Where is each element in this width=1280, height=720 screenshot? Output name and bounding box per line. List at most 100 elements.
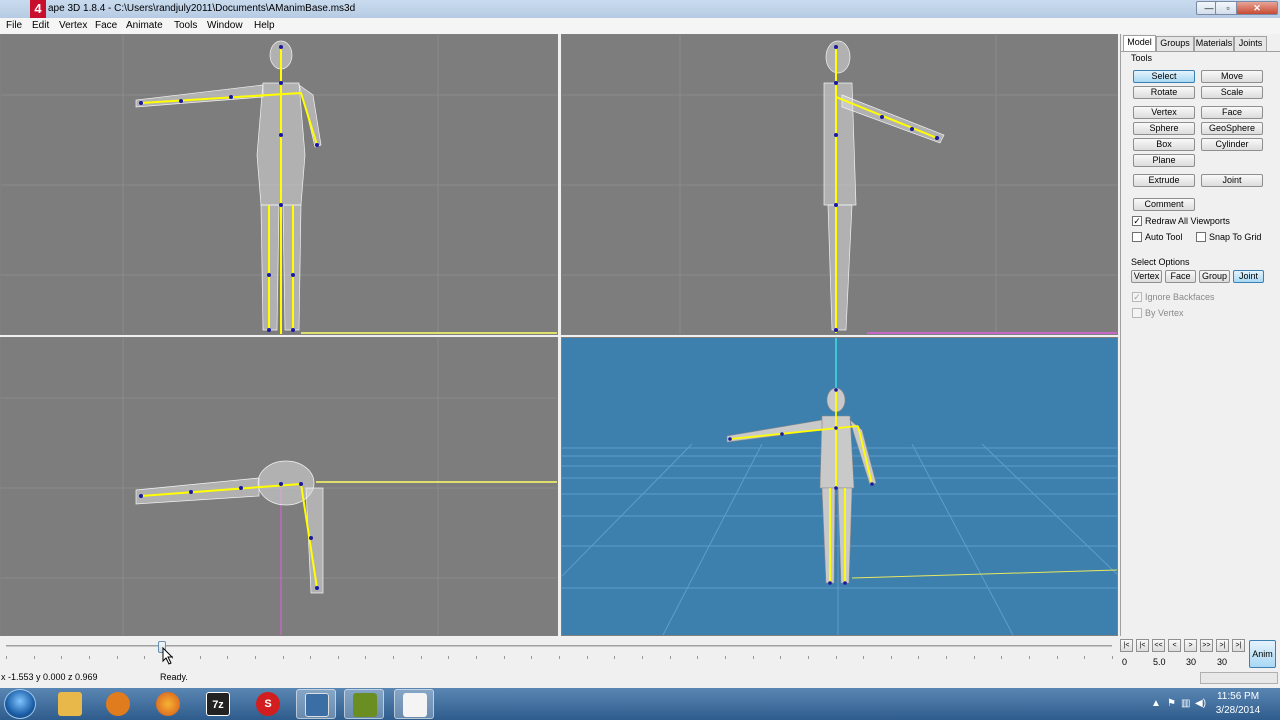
select-option-group[interactable]: Group <box>1199 270 1230 283</box>
last-key-button[interactable]: >| <box>1216 639 1229 652</box>
first-frame-button[interactable]: |< <box>1120 639 1133 652</box>
sphere-button[interactable]: Sphere <box>1133 122 1195 135</box>
menu-window[interactable]: Window <box>207 20 243 31</box>
menu-animate[interactable]: Animate <box>126 20 163 31</box>
box-button[interactable]: Box <box>1133 138 1195 151</box>
select-button[interactable]: Select <box>1133 70 1195 83</box>
select-option-joint[interactable]: Joint <box>1233 270 1264 283</box>
menu-face[interactable]: Face <box>95 20 117 31</box>
close-button[interactable]: ✕ <box>1236 1 1278 15</box>
move-button[interactable]: Move <box>1201 70 1263 83</box>
anim-button[interactable]: Anim <box>1249 640 1276 668</box>
last-frame-button[interactable]: >| <box>1232 639 1245 652</box>
tray-flag-icon[interactable]: ⚑ <box>1167 698 1176 709</box>
first-key-button[interactable]: |< <box>1136 639 1149 652</box>
frame-tick <box>614 656 615 659</box>
extrude-button[interactable]: Extrude <box>1133 174 1195 187</box>
frame-tick <box>697 656 698 659</box>
tab-divider <box>1121 51 1280 52</box>
auto-tool-checkbox[interactable] <box>1132 232 1142 242</box>
tray-expand-icon[interactable]: ▲ <box>1151 698 1161 709</box>
taskbar: 7z S ▲ ⚑ ▥ ◀) 11:56 PM 3/28/2014 <box>0 688 1280 720</box>
viewport-side-canvas <box>562 35 1117 334</box>
next-key-button[interactable]: >> <box>1200 639 1213 652</box>
frame-tick <box>1029 656 1030 659</box>
scale-button[interactable]: Scale <box>1201 86 1263 99</box>
menu-tools[interactable]: Tools <box>174 20 197 31</box>
frame-tick <box>34 656 35 659</box>
frame-tick <box>891 656 892 659</box>
frame-tick <box>1057 656 1058 659</box>
taskbar-firefox[interactable] <box>148 689 188 719</box>
menu-vertex[interactable]: Vertex <box>59 20 87 31</box>
frame-tick <box>255 656 256 659</box>
folder-icon <box>58 692 82 716</box>
frame-tick <box>393 656 394 659</box>
taskbar-explorer[interactable] <box>50 689 90 719</box>
start-button[interactable] <box>4 689 36 719</box>
frame-tick <box>725 656 726 659</box>
tray-volume-icon[interactable]: ◀) <box>1195 698 1206 709</box>
end-frame-value: 30 <box>1186 657 1197 667</box>
frame-tick <box>144 656 145 659</box>
top-mesh <box>135 460 324 594</box>
frame-tick <box>642 656 643 659</box>
tab-materials[interactable]: Materials <box>1194 36 1234 51</box>
frame-tick <box>918 656 919 659</box>
frame-tick <box>61 656 62 659</box>
viewport-3d[interactable] <box>561 337 1118 636</box>
menu-edit[interactable]: Edit <box>32 20 49 31</box>
taskbar-document[interactable] <box>394 689 434 719</box>
redraw-all-viewports-checkbox[interactable]: ✓ <box>1132 216 1142 226</box>
comment-button[interactable]: Comment <box>1133 198 1195 211</box>
taskbar-milkshape[interactable] <box>344 689 384 719</box>
snap-to-grid-checkbox[interactable] <box>1196 232 1206 242</box>
frame-tick <box>6 656 7 659</box>
prev-key-button[interactable]: << <box>1152 639 1165 652</box>
geosphere-button[interactable]: GeoSphere <box>1201 122 1263 135</box>
next-frame-button[interactable]: > <box>1184 639 1197 652</box>
tab-joints[interactable]: Joints <box>1234 36 1267 51</box>
face-button[interactable]: Face <box>1201 106 1263 119</box>
clock-time[interactable]: 11:56 PM <box>1206 691 1270 702</box>
plane-button[interactable]: Plane <box>1133 154 1195 167</box>
frame-tick <box>227 656 228 659</box>
select-options-label: Select Options <box>1131 257 1190 267</box>
viewport-top[interactable] <box>0 337 558 636</box>
cylinder-button[interactable]: Cylinder <box>1201 138 1263 151</box>
by-vertex-checkbox[interactable] <box>1132 308 1142 318</box>
frame-tick <box>338 656 339 659</box>
redraw-all-viewports-label: Redraw All Viewports <box>1145 216 1230 226</box>
select-option-face[interactable]: Face <box>1165 270 1196 283</box>
snap-to-grid-label: Snap To Grid <box>1209 232 1262 242</box>
taskbar-photo-viewer[interactable] <box>296 689 336 719</box>
7zip-icon: 7z <box>206 692 230 716</box>
menu-file[interactable]: File <box>6 20 22 31</box>
clock-date[interactable]: 3/28/2014 <box>1206 705 1270 716</box>
menu-bar: File Edit Vertex Face Animate Tools Wind… <box>0 18 1280 34</box>
vertex-button[interactable]: Vertex <box>1133 106 1195 119</box>
viewport-front[interactable] <box>0 34 558 335</box>
rotate-button[interactable]: Rotate <box>1133 86 1195 99</box>
prev-frame-button[interactable]: < <box>1168 639 1181 652</box>
timeline: |< |< << < > >> >| >| 0 5.0 30 30 Anim x… <box>0 636 1280 688</box>
ignore-backfaces-checkbox[interactable]: ✓ <box>1132 292 1142 302</box>
viewport-side[interactable] <box>561 34 1118 335</box>
tray-network-icon[interactable]: ▥ <box>1181 698 1190 709</box>
app-logo: 4 <box>30 0 46 18</box>
milkshape-icon <box>353 693 377 717</box>
tab-model[interactable]: Model <box>1123 35 1156 51</box>
start-frame-value: 0 <box>1122 657 1128 667</box>
frame-tick <box>670 656 671 659</box>
tab-groups[interactable]: Groups <box>1156 36 1194 51</box>
joint-button[interactable]: Joint <box>1201 174 1263 187</box>
frame-tick <box>836 656 837 659</box>
frame-tick <box>1084 656 1085 659</box>
taskbar-s-app[interactable]: S <box>248 689 288 719</box>
select-option-vertex[interactable]: Vertex <box>1131 270 1162 283</box>
frame-tick <box>780 656 781 659</box>
3d-model <box>726 387 877 584</box>
taskbar-7zip[interactable]: 7z <box>198 689 238 719</box>
taskbar-media-player[interactable] <box>98 689 138 719</box>
menu-help[interactable]: Help <box>254 20 275 31</box>
